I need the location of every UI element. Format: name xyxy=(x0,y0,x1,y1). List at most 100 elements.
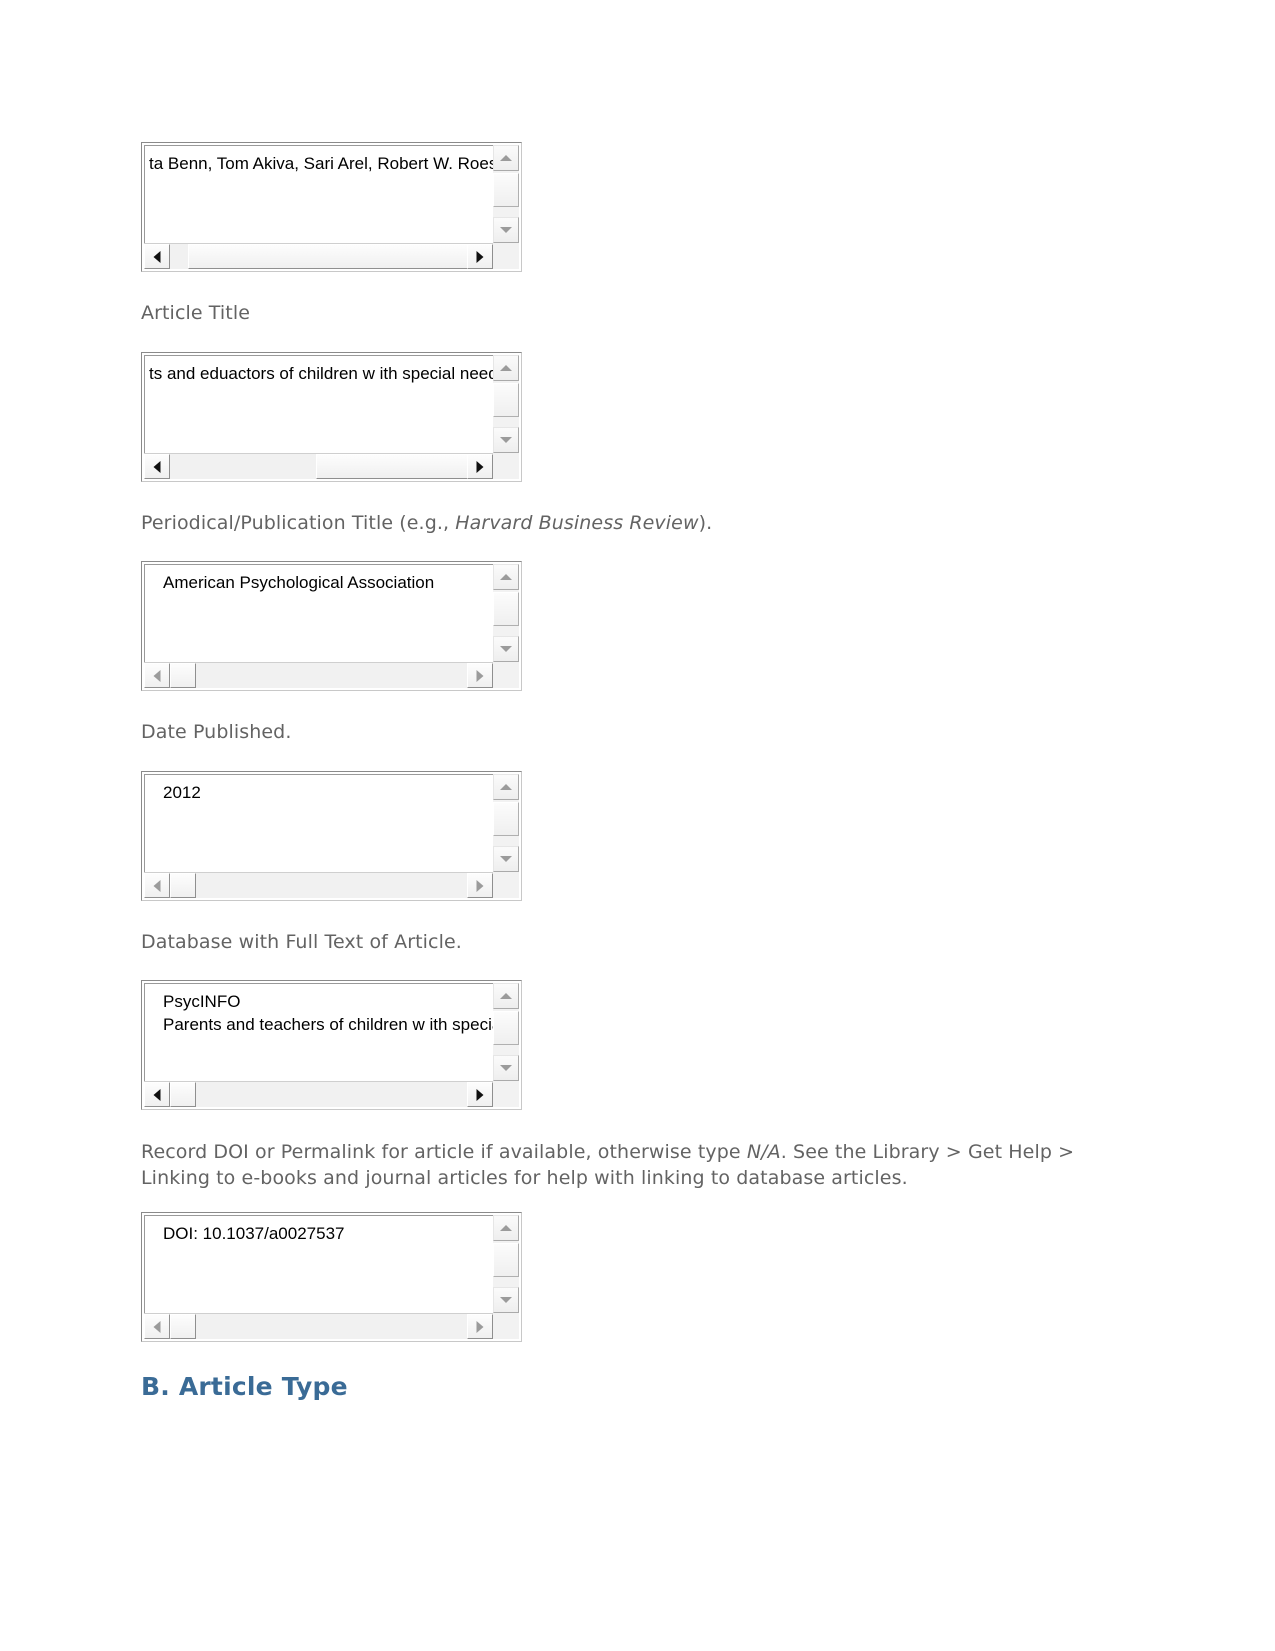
vertical-scroll-thumb[interactable] xyxy=(493,592,519,626)
database-text-line-2: Parents and teachers of children w ith s… xyxy=(163,1015,516,1034)
triangle-left-icon xyxy=(153,460,161,473)
label-periodical-example: Harvard Business Review xyxy=(455,512,699,534)
doi-textbox[interactable]: DOI: 10.1037/a0027537 xyxy=(141,1212,522,1342)
triangle-right-icon xyxy=(476,460,484,473)
triangle-left-icon xyxy=(153,669,161,682)
publication-title-textbox[interactable]: American Psychological Association xyxy=(141,561,522,691)
scroll-right-button[interactable] xyxy=(467,244,493,269)
scroll-left-button[interactable] xyxy=(144,454,170,479)
scroll-left-button[interactable] xyxy=(144,244,170,269)
scroll-up-button[interactable] xyxy=(493,145,519,171)
scroll-down-button[interactable] xyxy=(493,217,519,243)
triangle-up-icon xyxy=(500,784,512,790)
scroll-up-button[interactable] xyxy=(493,774,519,800)
date-horizontal-scrollbar[interactable] xyxy=(144,872,493,898)
authors-text-line-1: ta Benn, Tom Akiva, Sari Arel, Robert W.… xyxy=(149,154,513,173)
scroll-up-button[interactable] xyxy=(493,983,519,1009)
label-periodical-title: Periodical/Publication Title (e.g., Harv… xyxy=(141,510,712,536)
label-doi-part2: . See the Library > Get Help > xyxy=(780,1141,1075,1163)
triangle-left-icon xyxy=(153,1088,161,1101)
scrollbar-corner xyxy=(493,1313,519,1339)
doi-horizontal-scrollbar[interactable] xyxy=(144,1313,493,1339)
label-doi-line2: Linking to e-books and journal articles … xyxy=(141,1167,908,1189)
vertical-scroll-thumb[interactable] xyxy=(493,1011,519,1045)
label-doi-part1: Record DOI or Permalink for article if a… xyxy=(141,1141,747,1163)
triangle-left-icon xyxy=(153,1320,161,1333)
triangle-right-icon xyxy=(476,879,484,892)
triangle-down-icon xyxy=(500,1065,512,1071)
date-published-text-line-1: 2012 xyxy=(163,783,201,802)
label-date-published: Date Published. xyxy=(141,721,292,743)
scrollbar-corner xyxy=(493,243,519,269)
triangle-up-icon xyxy=(500,155,512,161)
scroll-up-button[interactable] xyxy=(493,564,519,590)
horizontal-scroll-thumb[interactable] xyxy=(316,454,484,479)
authors-textbox[interactable]: ta Benn, Tom Akiva, Sari Arel, Robert W.… xyxy=(141,142,522,272)
doi-vertical-scrollbar[interactable] xyxy=(493,1215,519,1313)
article-title-horizontal-scrollbar[interactable] xyxy=(144,453,493,479)
database-text-line-1: PsycINFO xyxy=(163,992,241,1011)
scroll-right-button[interactable] xyxy=(467,873,493,898)
database-horizontal-scrollbar[interactable] xyxy=(144,1081,493,1107)
scroll-left-button[interactable] xyxy=(144,1082,170,1107)
article-title-textbox[interactable]: ts and eduactors of children w ith speci… xyxy=(141,352,522,482)
scrollbar-corner xyxy=(493,662,519,688)
triangle-left-icon xyxy=(153,250,161,263)
label-article-title: Article Title xyxy=(141,302,251,324)
publication-vertical-scrollbar[interactable] xyxy=(493,564,519,662)
scroll-right-button[interactable] xyxy=(467,1314,493,1339)
triangle-down-icon xyxy=(500,856,512,862)
publication-title-text-line-1: American Psychological Association xyxy=(163,573,435,592)
triangle-down-icon xyxy=(500,227,512,233)
triangle-up-icon xyxy=(500,574,512,580)
label-periodical-prefix: Periodical/Publication Title (e.g., xyxy=(141,512,456,534)
scroll-up-button[interactable] xyxy=(493,1215,519,1241)
date-published-textbox[interactable]: 2012 xyxy=(141,771,522,901)
vertical-scroll-thumb[interactable] xyxy=(493,802,519,836)
triangle-right-icon xyxy=(476,1320,484,1333)
article-title-vertical-scrollbar[interactable] xyxy=(493,355,519,453)
triangle-right-icon xyxy=(476,1088,484,1101)
scrollbar-corner xyxy=(493,1081,519,1107)
label-periodical-suffix: ). xyxy=(698,512,713,534)
scroll-down-button[interactable] xyxy=(493,636,519,662)
triangle-right-icon xyxy=(476,669,484,682)
scroll-left-button[interactable] xyxy=(144,1314,170,1339)
scroll-down-button[interactable] xyxy=(493,846,519,872)
vertical-scroll-thumb[interactable] xyxy=(493,1243,519,1277)
scroll-left-button[interactable] xyxy=(144,663,170,688)
date-vertical-scrollbar[interactable] xyxy=(493,774,519,872)
scroll-right-button[interactable] xyxy=(467,454,493,479)
database-vertical-scrollbar[interactable] xyxy=(493,983,519,1081)
horizontal-scroll-thumb[interactable] xyxy=(170,1314,196,1339)
section-heading-article-type: B. Article Type xyxy=(141,1372,348,1401)
label-doi-na: N/A xyxy=(746,1141,781,1163)
triangle-down-icon xyxy=(500,437,512,443)
vertical-scroll-thumb[interactable] xyxy=(493,173,519,207)
scroll-up-button[interactable] xyxy=(493,355,519,381)
horizontal-scroll-thumb[interactable] xyxy=(170,1082,196,1107)
authors-vertical-scrollbar[interactable] xyxy=(493,145,519,243)
scroll-right-button[interactable] xyxy=(467,1082,493,1107)
label-database: Database with Full Text of Article. xyxy=(141,931,462,953)
triangle-up-icon xyxy=(500,1225,512,1231)
triangle-up-icon xyxy=(500,365,512,371)
scroll-left-button[interactable] xyxy=(144,873,170,898)
horizontal-scroll-thumb[interactable] xyxy=(170,873,196,898)
triangle-right-icon xyxy=(476,250,484,263)
vertical-scroll-thumb[interactable] xyxy=(493,383,519,417)
scrollbar-corner xyxy=(493,453,519,479)
triangle-down-icon xyxy=(500,1297,512,1303)
triangle-left-icon xyxy=(153,879,161,892)
scroll-right-button[interactable] xyxy=(467,663,493,688)
horizontal-scroll-thumb[interactable] xyxy=(188,244,473,269)
scroll-down-button[interactable] xyxy=(493,427,519,453)
publication-horizontal-scrollbar[interactable] xyxy=(144,662,493,688)
authors-horizontal-scrollbar[interactable] xyxy=(144,243,493,269)
scroll-down-button[interactable] xyxy=(493,1287,519,1313)
article-title-text-line-1: ts and eduactors of children w ith speci… xyxy=(149,364,511,383)
label-doi-instructions: Record DOI or Permalink for article if a… xyxy=(141,1139,1074,1191)
scroll-down-button[interactable] xyxy=(493,1055,519,1081)
horizontal-scroll-thumb[interactable] xyxy=(170,663,196,688)
database-textbox[interactable]: PsycINFO Parents and teachers of childre… xyxy=(141,980,522,1110)
